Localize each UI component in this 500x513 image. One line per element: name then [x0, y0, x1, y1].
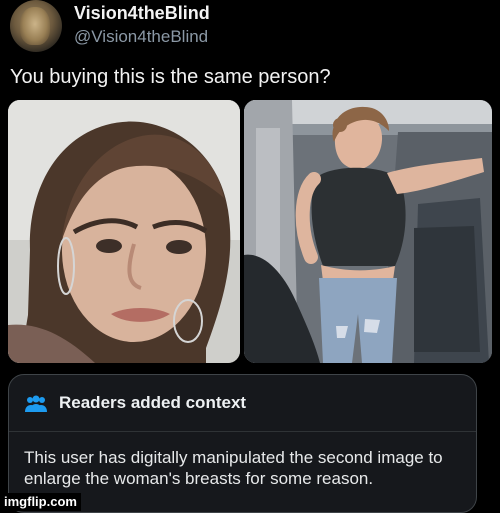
avatar[interactable]: [10, 0, 62, 52]
community-note-title: Readers added context: [59, 393, 247, 412]
lion-avatar-image: [20, 7, 50, 45]
portrait-photo-graphic: [8, 100, 240, 363]
airplane-aisle-photo[interactable]: [244, 100, 492, 363]
imgflip-watermark: imgflip.com: [0, 493, 81, 511]
portrait-photo[interactable]: [8, 100, 240, 363]
community-note-body: This user has digitally manipulated the …: [24, 448, 443, 488]
tweet-text: You buying this is the same person?: [10, 66, 331, 88]
display-name[interactable]: Vision4theBlind: [74, 3, 210, 24]
airplane-aisle-graphic: [244, 100, 492, 363]
tweet-media: [8, 100, 492, 363]
tweet-header: Vision4theBlind @Vision4theBlind: [10, 0, 490, 56]
people-icon: [25, 395, 47, 412]
user-handle[interactable]: @Vision4theBlind: [74, 27, 208, 47]
community-note-header: Readers added context: [9, 375, 476, 432]
